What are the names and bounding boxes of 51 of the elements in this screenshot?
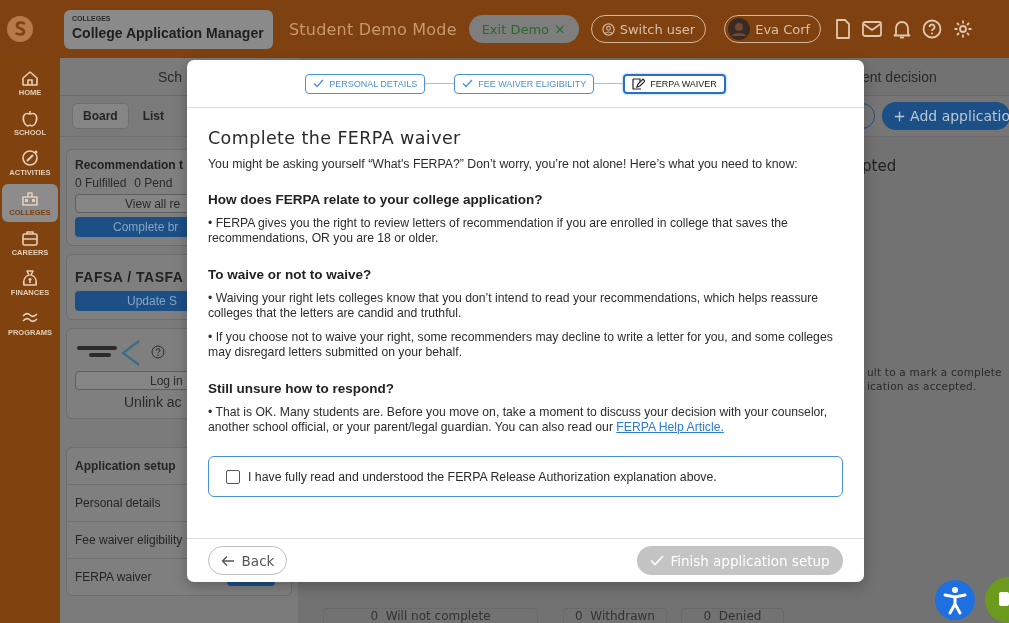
settings-icon[interactable] [953, 19, 974, 39]
setup-row-label: Fee waiver eligibility [75, 533, 183, 547]
check-icon [313, 79, 325, 88]
step-pill[interactable]: FERPA WAIVER [623, 73, 726, 94]
intro-text: You might be asking yourself “What's FERPA?” Don’t worry, you’re not alone! Here’s what you need to know: [208, 157, 799, 171]
accessibility-icon[interactable] [935, 580, 975, 620]
checkbox[interactable] [226, 469, 240, 484]
logo-icon [7, 16, 33, 42]
nav-icon [21, 149, 39, 167]
count-text: 0 Fulfilled [75, 176, 127, 190]
chat-icon[interactable] [985, 577, 1009, 623]
check-icon [462, 79, 474, 88]
bell-icon[interactable] [893, 19, 912, 39]
plus-icon [894, 109, 906, 123]
dialog-title: Complete the FERPA waiver [208, 128, 462, 148]
view-tab[interactable]: List [132, 103, 174, 129]
bullet-text: • That is OK. Many students are. Before you move on, take a moment to discuss your decision with your counselor, another school official, or your parent/legal guardian. You can also read our FERPA Help Article. [208, 405, 829, 435]
back-button[interactable]: Back [208, 546, 287, 575]
mail-icon[interactable] [862, 21, 883, 37]
bullet-text: • If you choose not to waive your right, some recommenders may decline to write a letter for you, and some colleges may disregard letters submitted on your behalf. [208, 330, 834, 360]
setup-row-label: Personal details [75, 496, 161, 510]
nav-icon [21, 109, 39, 127]
hint-text: ication as accepted. [867, 379, 978, 393]
view-tab[interactable]: Board [72, 103, 129, 129]
step-pill[interactable]: PERSONAL DETAILS [305, 73, 426, 94]
help-icon[interactable] [151, 345, 165, 359]
status-count: 0 Denied [681, 608, 784, 623]
nav-icon [21, 269, 39, 287]
user-circle-icon [601, 22, 615, 36]
mode-label: Student Demo Mode [289, 19, 457, 39]
status-count: 0 Withdrawn [563, 608, 667, 623]
nav-icon [21, 69, 39, 87]
nav-icon [21, 229, 39, 247]
check-icon [650, 555, 665, 566]
setup-row-label: FERPA waiver [75, 570, 152, 584]
panel-heading: Sch [158, 68, 183, 85]
hint-text: ult to a mark a complete [867, 365, 1003, 379]
section-heading: To waive or not to waive? [208, 267, 373, 282]
app-title: College Application Manager [72, 24, 265, 41]
step-pill[interactable]: FEE WAIVER ELIGIBILITY [454, 73, 595, 94]
card-title: FAFSA / TASFA [75, 269, 184, 285]
card-title: Recommendation t [75, 158, 183, 172]
add-application-button[interactable]: Add applicatio [882, 102, 1009, 130]
nav-icon [21, 189, 39, 207]
count-text: 0 Pend [134, 176, 173, 190]
edit-icon [632, 77, 646, 90]
arrow-left-icon [220, 554, 235, 567]
avatar-icon [728, 18, 751, 40]
help-article-link[interactable]: FERPA Help Article. [616, 420, 724, 434]
document-icon[interactable] [835, 19, 852, 39]
status-count: 0 Will not complete [323, 608, 538, 623]
